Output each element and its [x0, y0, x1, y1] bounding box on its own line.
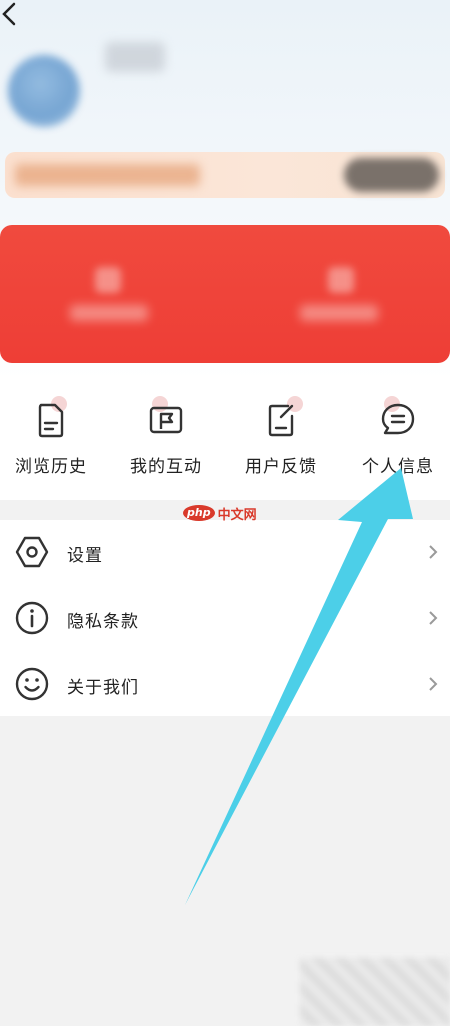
- menu-item-privacy[interactable]: 隐私条款: [0, 589, 450, 649]
- stat-label-left[interactable]: [70, 305, 148, 321]
- quick-action-label: 我的互动: [130, 457, 202, 477]
- chevron-right-icon: [429, 677, 438, 691]
- avatar[interactable]: [8, 55, 80, 127]
- quick-action-label: 浏览历史: [15, 457, 87, 477]
- username-blurred: [105, 42, 165, 72]
- quick-action-label: 用户反馈: [245, 457, 317, 477]
- profile-header: [0, 0, 450, 380]
- site-watermark: php 中文网: [183, 503, 257, 523]
- info-icon: [15, 601, 49, 635]
- quick-action-personal-info[interactable]: 个人信息: [342, 396, 450, 480]
- flag-message-icon: [149, 406, 183, 434]
- chat-bubble-icon: [381, 403, 415, 435]
- chevron-right-icon: [429, 611, 438, 625]
- stat-label-right[interactable]: [300, 305, 378, 321]
- blurred-corner-overlay: [300, 958, 450, 1026]
- hexagon-settings-icon: [15, 536, 49, 568]
- stats-card: [0, 225, 450, 363]
- back-arrow-icon[interactable]: [0, 0, 28, 28]
- menu-item-settings[interactable]: 设置: [0, 523, 450, 583]
- edit-note-icon: [268, 404, 294, 437]
- watermark-text: 中文网: [217, 507, 257, 523]
- settings-menu: 设置 隐私条款 关于我们: [0, 520, 450, 716]
- vip-banner-text-blurred: [15, 164, 200, 186]
- menu-item-about[interactable]: 关于我们: [0, 655, 450, 715]
- chevron-right-icon: [429, 545, 438, 559]
- vip-banner-button-blurred[interactable]: [344, 158, 439, 192]
- menu-item-label: 设置: [67, 546, 103, 566]
- menu-item-label: 隐私条款: [67, 612, 139, 632]
- vip-banner[interactable]: [5, 152, 445, 198]
- quick-action-history[interactable]: 浏览历史: [0, 396, 107, 480]
- watermark-badge: php: [183, 505, 215, 521]
- quick-action-interaction[interactable]: 我的互动: [110, 396, 222, 480]
- quick-action-feedback[interactable]: 用户反馈: [225, 396, 337, 480]
- document-icon: [38, 403, 64, 438]
- menu-item-label: 关于我们: [67, 678, 139, 698]
- stat-icon-left: [95, 267, 121, 293]
- stat-icon-right: [328, 267, 354, 293]
- quick-actions-row: 浏览历史 我的互动 用户反馈 个人信息: [0, 380, 450, 500]
- quick-action-label: 个人信息: [362, 457, 434, 477]
- smiley-icon: [15, 667, 49, 701]
